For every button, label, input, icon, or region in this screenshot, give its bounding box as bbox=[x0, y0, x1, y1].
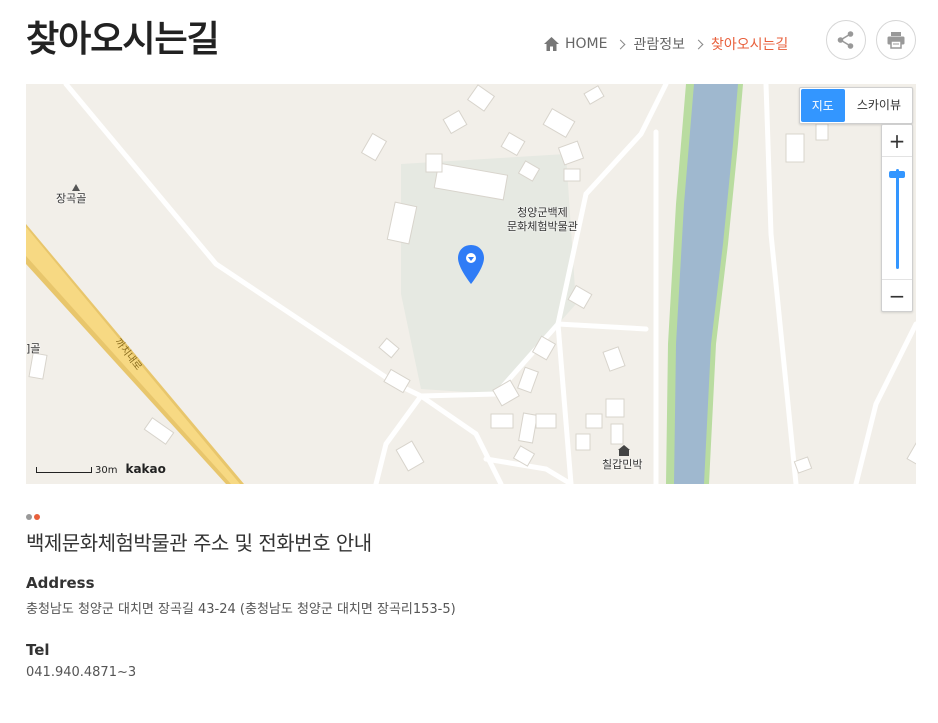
print-button[interactable] bbox=[876, 20, 916, 60]
tel-value: 041.940.4871~3 bbox=[26, 665, 137, 680]
chevron-right-icon bbox=[693, 39, 704, 49]
breadcrumb: HOME 관람정보 찾아오시는길 bbox=[544, 34, 788, 54]
zoom-slider-track[interactable] bbox=[896, 169, 899, 269]
bullet-dot-orange bbox=[34, 514, 40, 520]
scale-bar bbox=[36, 467, 92, 473]
zoom-in-button[interactable]: + bbox=[882, 125, 912, 157]
tel-label: Tel bbox=[26, 641, 50, 659]
map[interactable]: 장곡골 청양군백제 문화체험박물관 ]골 까치내로 칠갑민박 지도 스카이뷰 +… bbox=[26, 84, 916, 484]
map-label-edge: ]골 bbox=[26, 342, 41, 355]
map-label-museum: 청양군백제 문화체험박물관 bbox=[507, 206, 578, 234]
map-type-skyview-button[interactable]: 스카이뷰 bbox=[846, 88, 912, 123]
home-icon bbox=[544, 37, 559, 51]
breadcrumb-home-label: HOME bbox=[565, 36, 608, 52]
map-type-map-button[interactable]: 지도 bbox=[800, 89, 845, 122]
page-title: 찾아오시는길 bbox=[26, 19, 220, 60]
zoom-control: + − bbox=[881, 124, 913, 312]
zoom-slider-handle[interactable] bbox=[889, 171, 905, 178]
map-label-lodging: 칠갑민박 bbox=[602, 458, 643, 471]
address-value: 충청남도 청양군 대치면 장곡길 43-24 (충청남도 청양군 대치면 장곡리… bbox=[26, 602, 456, 617]
map-canvas bbox=[26, 84, 916, 484]
address-label: Address bbox=[26, 574, 95, 592]
map-label-museum-line1: 청양군백제 bbox=[517, 206, 568, 219]
map-label-museum-line2: 문화체험박물관 bbox=[507, 219, 578, 233]
scale-label: 30m bbox=[95, 465, 118, 476]
section-bullet bbox=[26, 514, 40, 520]
section-title: 백제문화체험박물관 주소 및 전화번호 안내 bbox=[26, 531, 372, 555]
print-icon bbox=[887, 32, 905, 49]
chevron-right-icon bbox=[616, 39, 626, 49]
map-provider-logo: kakao bbox=[125, 462, 166, 476]
share-button[interactable] bbox=[826, 20, 866, 60]
zoom-out-button[interactable]: − bbox=[882, 279, 912, 311]
map-type-toggle: 지도 스카이뷰 bbox=[798, 87, 913, 124]
breadcrumb-level1[interactable]: 관람정보 bbox=[633, 34, 685, 54]
breadcrumb-home[interactable]: HOME bbox=[544, 36, 607, 52]
breadcrumb-current[interactable]: 찾아오시는길 bbox=[711, 34, 788, 54]
map-label-place: 장곡골 bbox=[56, 192, 87, 205]
share-icon bbox=[837, 31, 854, 49]
map-scale: 30m kakao bbox=[36, 462, 166, 476]
bullet-dot-gray bbox=[26, 514, 32, 520]
